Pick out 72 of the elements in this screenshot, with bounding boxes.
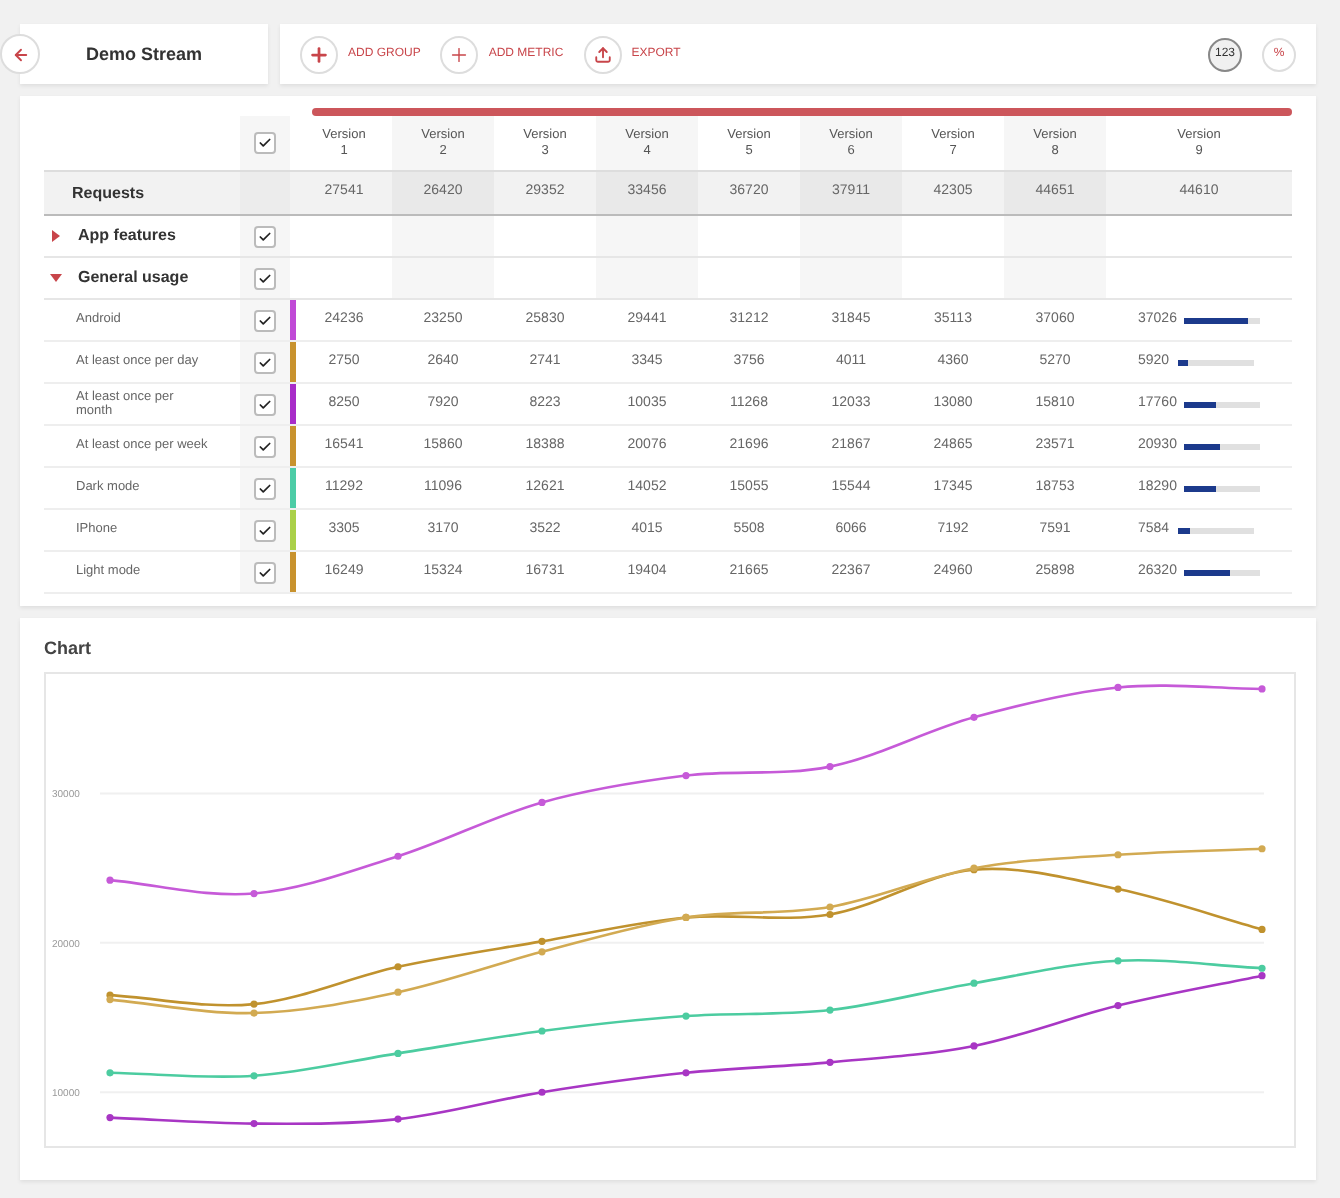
check-icon [258,136,272,150]
check-icon [258,565,272,579]
group-label[interactable]: General usage [78,268,189,288]
point [826,903,834,911]
point [106,1069,114,1077]
point [394,963,402,971]
point [826,763,834,771]
point [394,1049,402,1057]
check-icon [258,397,272,411]
point [1258,925,1266,934]
point [970,979,978,987]
checkbox[interactable] [254,435,276,457]
point [106,996,114,1004]
arrow-left-icon [11,45,29,63]
check-icon [258,481,272,495]
point [682,1012,690,1020]
point [826,1058,834,1066]
point [1114,851,1122,859]
point [1114,885,1122,893]
point [1114,683,1122,692]
point [106,1114,114,1122]
row-label: Requests [72,183,145,203]
point [682,771,690,780]
chart-title: Chart [44,638,94,658]
point [1258,972,1266,980]
check-icon [258,439,272,453]
checkbox[interactable] [254,309,276,331]
point [538,1027,546,1035]
back-button[interactable] [0,34,40,74]
point [826,910,834,919]
check-icon [258,271,272,285]
point [1258,845,1266,853]
point [538,937,546,945]
point [826,1006,834,1014]
checkbox[interactable] [254,477,276,499]
checkbox[interactable] [254,561,276,583]
checkbox[interactable] [254,225,276,247]
point [106,876,114,884]
point [250,1072,258,1080]
check-icon [258,313,272,327]
upload-icon [593,45,612,63]
point [394,988,402,996]
point [250,1119,258,1128]
point [538,1088,546,1096]
checkbox[interactable] [254,393,276,415]
point [1258,685,1266,693]
point [250,1000,258,1008]
plus-icon [448,43,471,65]
checkbox[interactable] [254,267,276,289]
plus-icon [308,43,330,65]
point [394,1115,402,1123]
point [538,948,546,956]
checkbox[interactable] [254,132,276,154]
point [1258,964,1266,972]
check-icon [258,355,272,369]
check-icon [258,229,272,243]
stream-title: Demo Stream [85,44,203,64]
caret-icon[interactable] [50,272,62,284]
point [970,1042,978,1050]
point [250,889,258,898]
checkbox[interactable] [254,351,276,373]
point [1114,957,1122,965]
group-label[interactable]: App features [78,226,176,246]
point [1114,1001,1122,1010]
point [250,1009,258,1017]
checkbox[interactable] [254,519,276,541]
point [538,798,546,807]
point [394,852,402,860]
point [970,713,978,721]
check-icon [258,523,272,537]
point [682,1069,690,1077]
caret-icon[interactable] [50,230,62,242]
